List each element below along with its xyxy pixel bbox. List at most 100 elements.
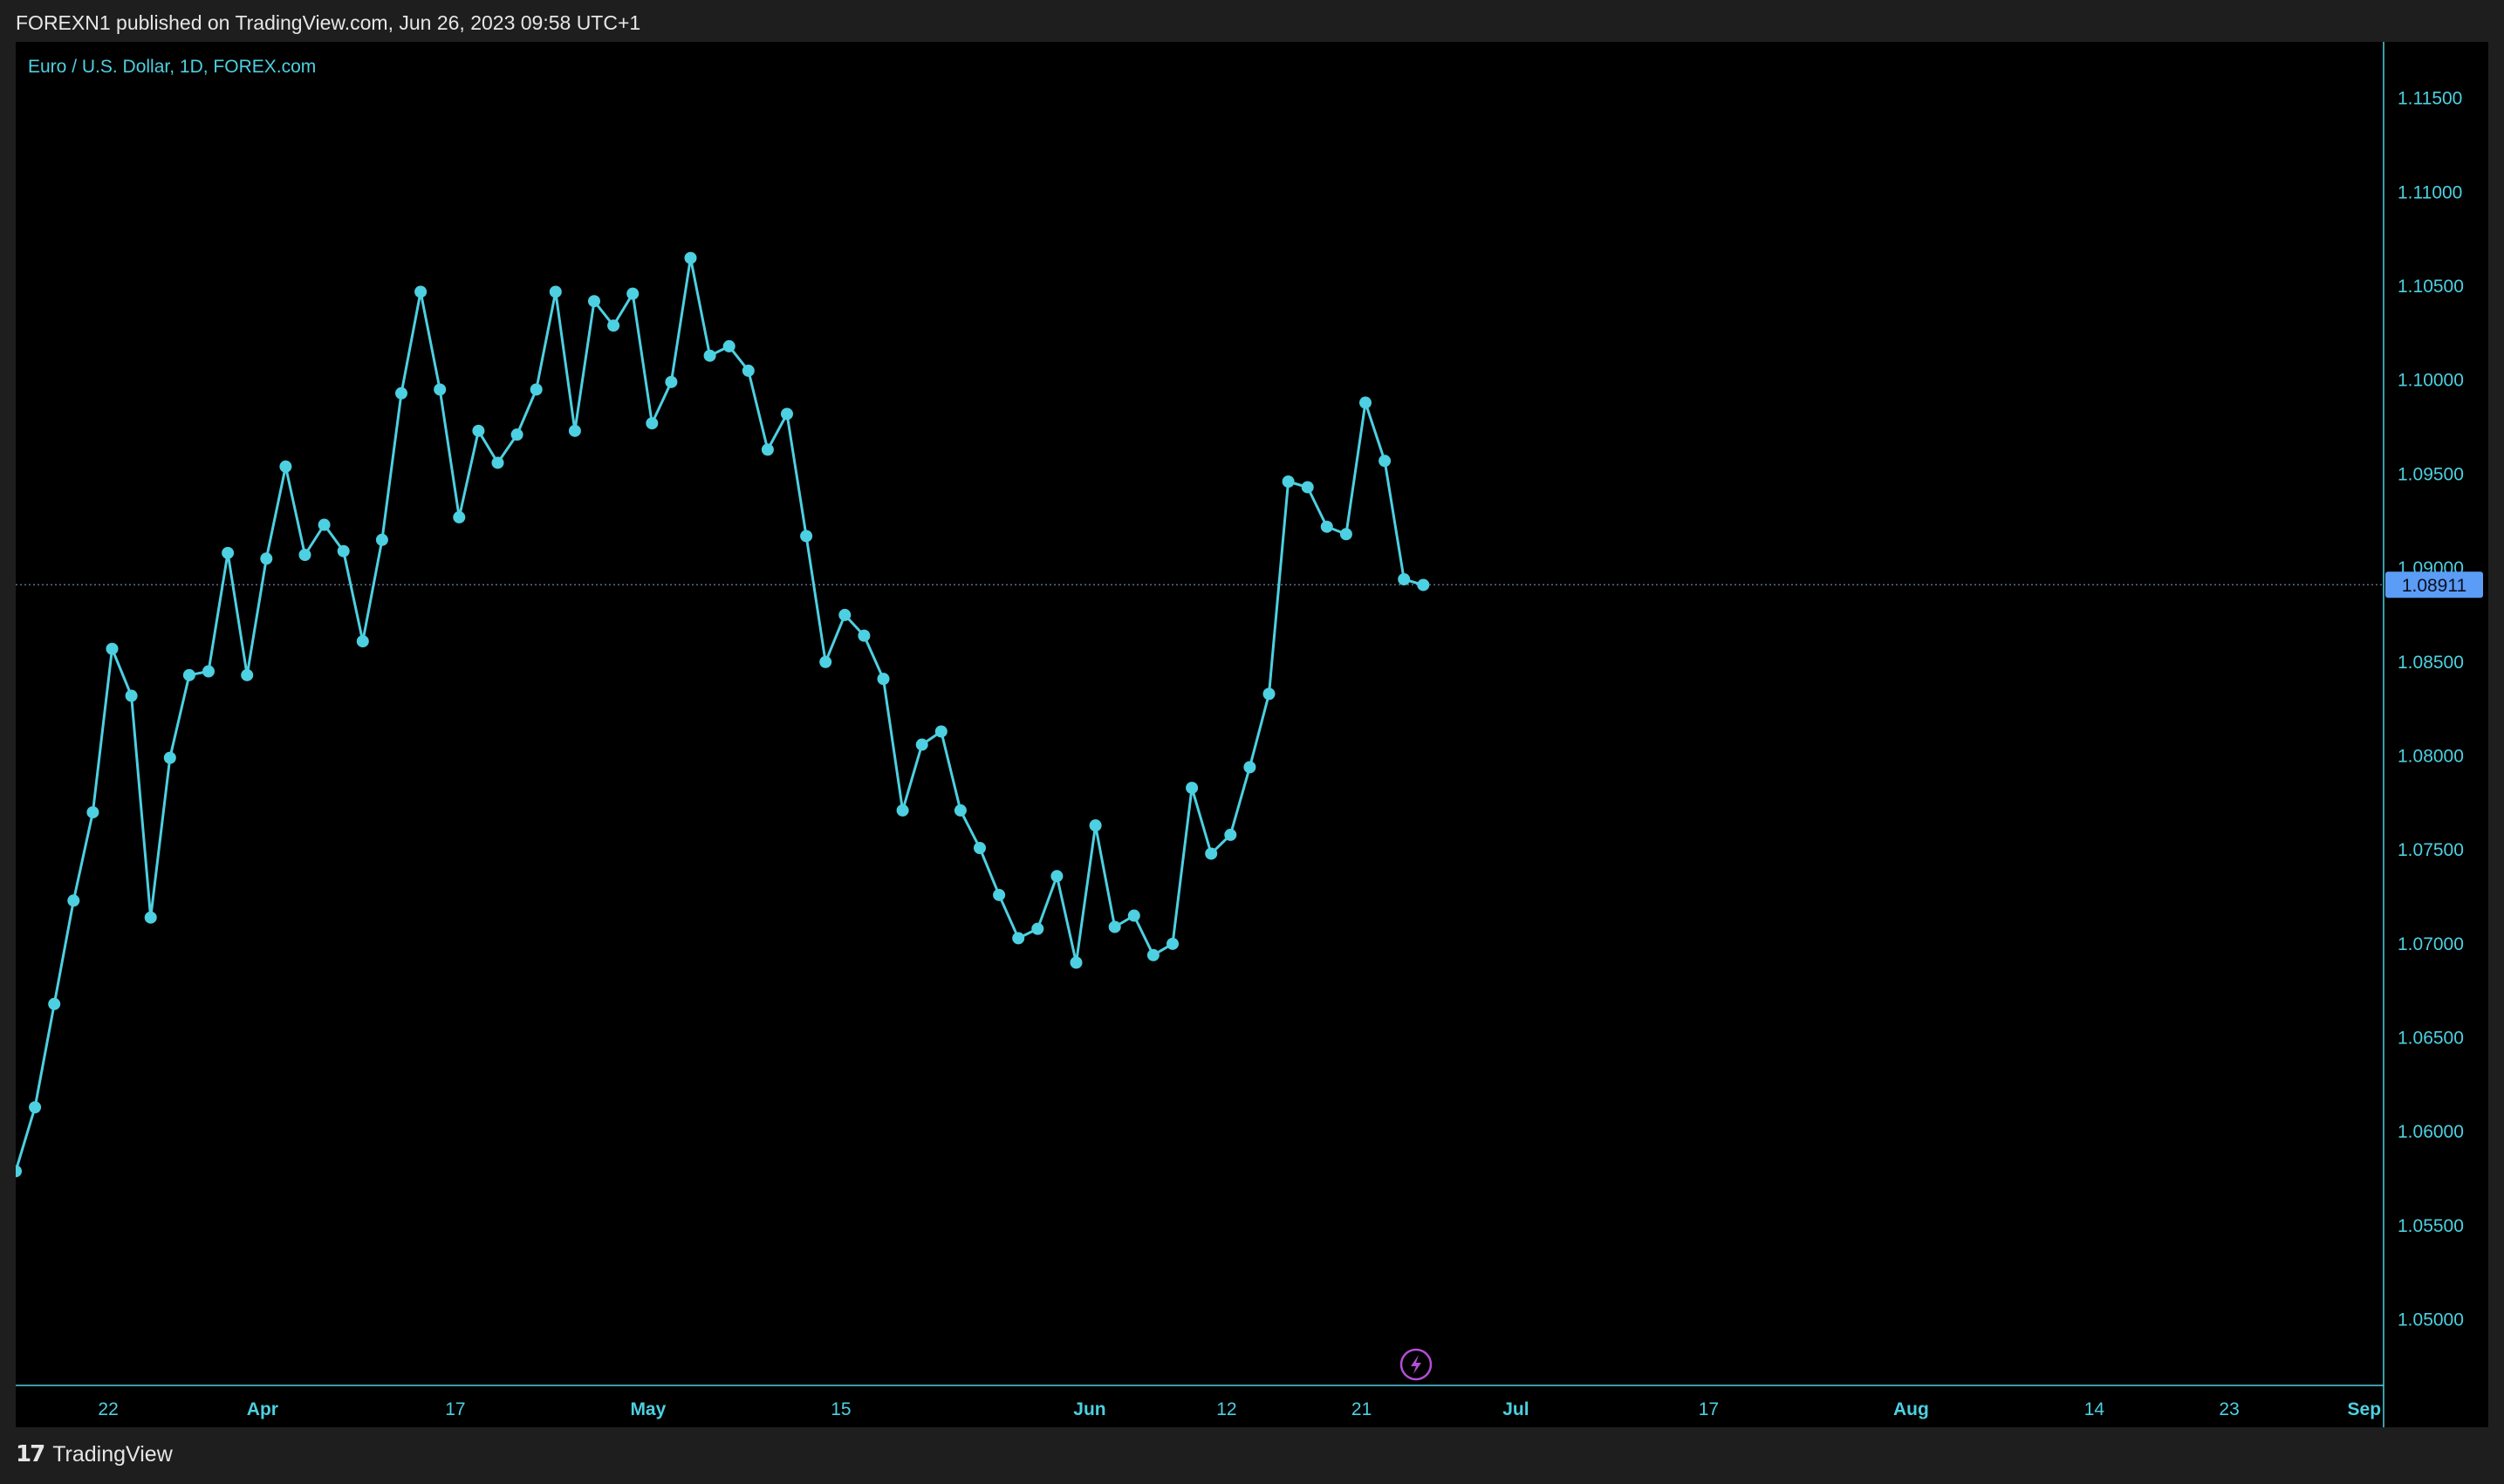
data-point xyxy=(1339,528,1352,541)
price-chart[interactable]: 1.115001.110001.105001.100001.095001.090… xyxy=(16,42,2488,1427)
last-price-tag-label: 1.08911 xyxy=(2402,576,2466,596)
time-tick-label: Jun xyxy=(1073,1399,1105,1419)
data-point xyxy=(241,668,254,681)
data-point xyxy=(858,629,871,642)
data-point xyxy=(356,635,369,648)
data-point xyxy=(1301,481,1314,494)
time-tick-label: 21 xyxy=(1351,1399,1372,1419)
price-tick-label: 1.07500 xyxy=(2398,840,2464,860)
data-point xyxy=(434,383,447,396)
price-axis[interactable]: 1.115001.110001.105001.100001.095001.090… xyxy=(2383,42,2464,1427)
data-point xyxy=(182,668,195,681)
footer-bar xyxy=(0,1427,2504,1484)
data-point xyxy=(491,456,504,469)
data-point xyxy=(1031,922,1044,935)
time-tick-label: 23 xyxy=(2219,1399,2239,1419)
publish-info: FOREXN1 published on TradingView.com, Ju… xyxy=(16,11,641,34)
data-point xyxy=(1127,909,1140,922)
brand[interactable]: 17 TradingView xyxy=(16,1441,173,1467)
tradingview-logo-icon: 17 xyxy=(16,1441,45,1467)
data-point xyxy=(1108,920,1121,933)
last-price-tag: 1.08911 xyxy=(2385,571,2483,598)
data-point xyxy=(1359,396,1372,409)
data-point xyxy=(453,510,466,523)
price-tick-label: 1.06500 xyxy=(2398,1029,2464,1049)
data-point xyxy=(549,285,562,298)
price-tick-label: 1.06000 xyxy=(2398,1122,2464,1142)
data-point xyxy=(761,443,774,456)
publish-header: FOREXN1 published on TradingView.com, Ju… xyxy=(0,0,2504,42)
time-tick-label: 17 xyxy=(445,1399,465,1419)
data-point xyxy=(279,460,292,473)
data-point xyxy=(1320,520,1333,533)
data-point xyxy=(530,383,543,396)
data-point xyxy=(703,349,716,362)
data-point xyxy=(665,375,678,388)
data-point xyxy=(1146,948,1160,961)
data-point xyxy=(375,533,388,546)
data-point xyxy=(934,725,948,738)
series-points xyxy=(16,251,1430,1178)
data-point xyxy=(781,407,793,421)
data-point xyxy=(1379,455,1392,468)
symbol-title[interactable]: Euro / U.S. Dollar, 1D, FOREX.com xyxy=(28,57,316,77)
data-point xyxy=(318,518,331,531)
lightning-icon[interactable] xyxy=(1399,1348,1433,1381)
price-tick-label: 1.09500 xyxy=(2398,464,2464,484)
price-tick-label: 1.05000 xyxy=(2398,1310,2464,1330)
time-tick-label: Apr xyxy=(247,1399,278,1419)
data-point xyxy=(588,295,600,308)
data-point xyxy=(163,751,176,764)
data-point xyxy=(48,997,61,1010)
data-point xyxy=(1050,870,1064,883)
time-tick-label: Sep xyxy=(2348,1399,2382,1419)
data-point xyxy=(1417,578,1430,592)
time-tick-label: Aug xyxy=(1893,1399,1929,1419)
data-point xyxy=(125,689,138,702)
data-point xyxy=(1224,828,1237,841)
chart-area[interactable]: 1.11500 1.11000 1.10500 1.10000 1.09500 1.090… xyxy=(16,42,2488,1427)
brand-name: TradingView xyxy=(52,1441,173,1467)
time-tick-label: 12 xyxy=(1216,1399,1236,1419)
data-point xyxy=(1205,847,1218,860)
data-point xyxy=(337,544,350,557)
data-point xyxy=(1012,932,1025,945)
price-tick-label: 1.08000 xyxy=(2398,746,2464,766)
data-point xyxy=(800,530,813,543)
data-point xyxy=(742,364,755,377)
data-point xyxy=(896,804,909,817)
data-point xyxy=(16,1165,22,1178)
data-point xyxy=(877,673,890,686)
time-axis[interactable]: 22 Apr 17 May 15 Jun 12 21 Jul 17 Aug 14 23 Sep xyxy=(16,1385,2384,1419)
data-point xyxy=(1089,819,1102,832)
data-point xyxy=(1186,782,1199,795)
price-tick-label: 1.11500 xyxy=(2398,89,2462,109)
data-point xyxy=(1166,937,1179,950)
data-point xyxy=(819,655,832,668)
time-tick-label: 22 xyxy=(98,1399,118,1419)
data-point xyxy=(260,552,273,565)
data-point xyxy=(974,842,986,854)
data-point xyxy=(684,251,697,264)
data-point xyxy=(1070,956,1083,969)
price-tick-label: 1.10000 xyxy=(2398,371,2464,391)
data-point xyxy=(1243,761,1256,774)
data-point xyxy=(106,642,119,655)
time-tick-label: 15 xyxy=(831,1399,851,1419)
price-tick-label: 1.08500 xyxy=(2398,653,2464,673)
data-point xyxy=(607,319,620,332)
data-point xyxy=(222,546,235,559)
time-tick-label: May xyxy=(630,1399,666,1419)
data-point xyxy=(414,285,428,298)
data-point xyxy=(568,424,581,437)
data-point xyxy=(86,806,99,819)
data-point xyxy=(915,738,928,751)
data-point xyxy=(1282,475,1295,488)
price-tick-label: 1.07000 xyxy=(2398,934,2464,954)
data-point xyxy=(1262,687,1276,701)
price-tick-label: 1.11000 xyxy=(2398,182,2462,202)
data-point xyxy=(1398,573,1411,585)
data-point xyxy=(202,665,215,678)
series-line-eurusd xyxy=(16,256,1424,1172)
data-point xyxy=(67,894,80,907)
